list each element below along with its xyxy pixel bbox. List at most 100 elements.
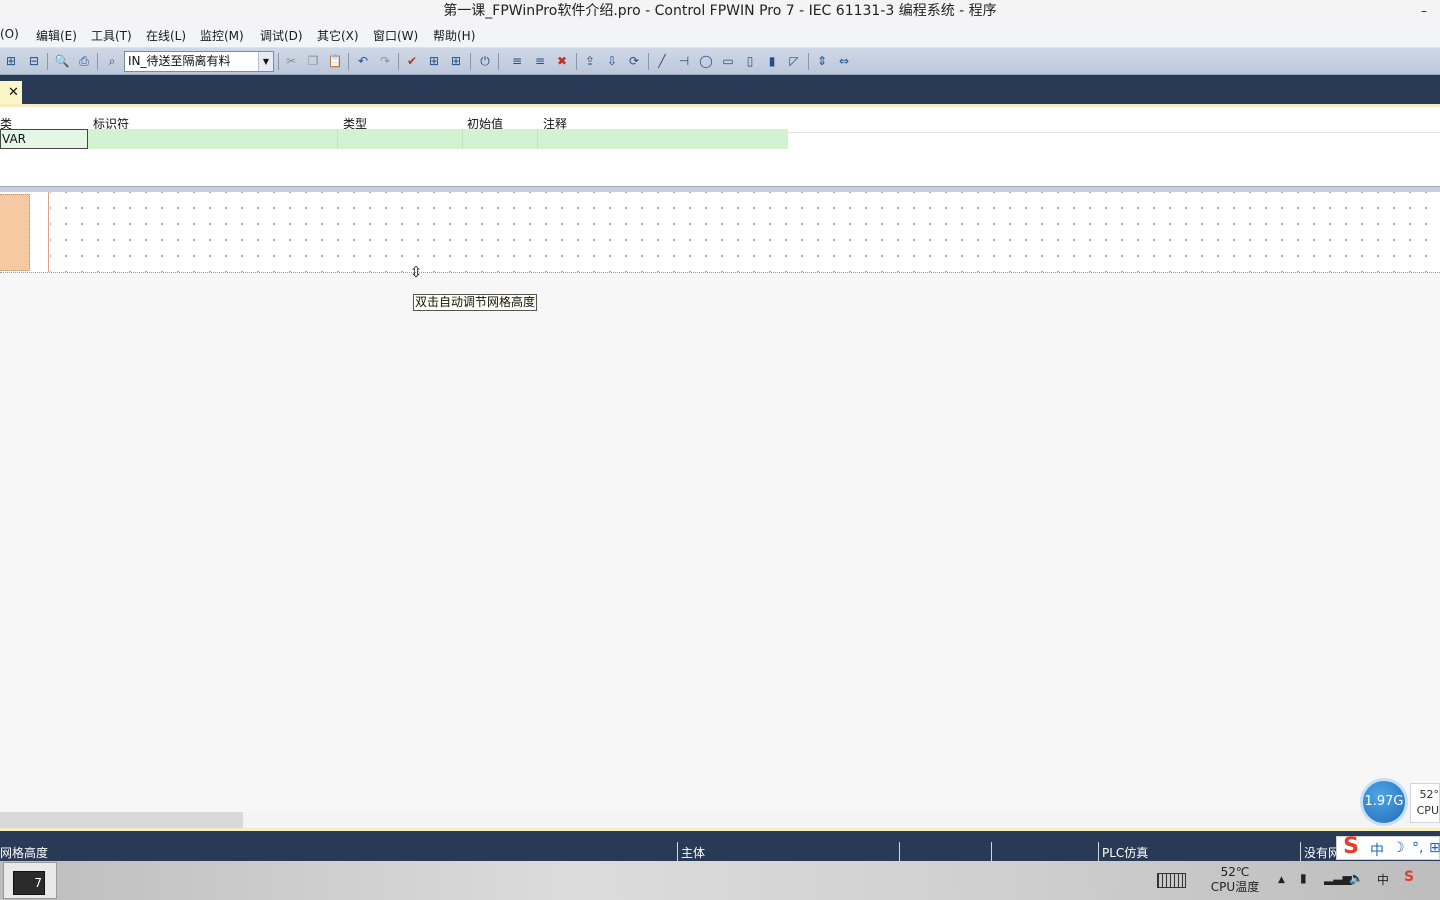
fpwin-app-icon: 7 [13, 871, 45, 895]
monitor-cpu: CPU [1416, 804, 1439, 817]
export-icon[interactable]: ⇪ [581, 52, 599, 70]
document-tab[interactable]: ' ✕ [0, 81, 22, 106]
ime-more-icon[interactable]: ⊞ [1429, 840, 1440, 856]
monitor-panel[interactable]: 52° CPU [1410, 783, 1440, 823]
toolbar-separator [470, 53, 471, 70]
battery-icon[interactable]: ▮ [1300, 871, 1307, 885]
pou-select-dropdown[interactable]: IN_待送至隔离有料 ▼ [124, 51, 274, 72]
menu-online[interactable]: 在线(L) [146, 27, 186, 44]
menu-bar: (O) 编辑(E) 工具(T) 在线(L) 监控(M) 调试(D) 其它(X) … [0, 22, 1440, 48]
tray-expand-icon[interactable]: ▲ [1278, 875, 1285, 885]
copy-icon[interactable]: ❐ [304, 52, 322, 70]
find-icon[interactable]: ⌕ [103, 52, 121, 70]
return-icon[interactable]: ▮ [763, 52, 781, 70]
cpu-temperature-label: CPU温度 [1210, 880, 1260, 894]
paste-icon[interactable]: 📋 [326, 52, 344, 70]
taskbar-app-fpwin[interactable]: 7 [3, 862, 57, 899]
document-tab-strip: ' ✕ [0, 75, 1440, 106]
status-message: 网格高度 [0, 846, 49, 860]
undo-icon[interactable]: ↶ [354, 52, 372, 70]
menu-edit[interactable]: 编辑(E) [36, 27, 77, 44]
cpu-temperature[interactable]: 52℃ CPU温度 [1208, 865, 1262, 895]
window-title: 第一课_FPWinPro软件介绍.pro - Control FPWIN Pro… [443, 3, 997, 19]
tray-language-indicator[interactable]: 中 [1377, 871, 1389, 888]
status-separator [677, 842, 678, 861]
online-mode-icon[interactable]: ⏻ [476, 52, 494, 70]
network-delete-icon[interactable]: ⊟ [25, 52, 43, 70]
pou-select-value: IN_待送至隔离有料 [128, 54, 231, 68]
print-preview-icon[interactable]: 🔍 [53, 52, 71, 70]
cell-class[interactable]: VAR [0, 129, 88, 149]
cell-initial-value[interactable] [463, 129, 538, 149]
menu-debug[interactable]: 调试(D) [260, 27, 303, 44]
import-icon[interactable]: ⇩ [603, 52, 621, 70]
status-separator [1098, 842, 1099, 861]
comment-icon[interactable]: ◸ [785, 52, 803, 70]
toolbar-separator [576, 53, 577, 70]
toolbar-separator [348, 53, 349, 70]
ime-toolbar[interactable]: S 中 ☽ °, ⊞ [1336, 834, 1440, 860]
menu-extras[interactable]: 其它(X) [317, 27, 359, 44]
ladder-grid[interactable] [50, 192, 1440, 272]
box-icon[interactable]: ▭ [719, 52, 737, 70]
status-bar: 网格高度 主体 PLC仿真 没有网 [0, 828, 1440, 861]
keyboard-icon[interactable] [1157, 873, 1186, 888]
status-separator [991, 842, 992, 861]
row-resize-cursor-icon: ⇳ [409, 263, 423, 281]
network-label-cell[interactable] [0, 194, 30, 271]
draw-line-icon[interactable]: ╱ [653, 52, 671, 70]
status-network: 没有网 [1304, 846, 1341, 860]
power-rail [48, 192, 49, 272]
refresh-icon[interactable]: ⟳ [625, 52, 643, 70]
row-height-icon[interactable]: ⇕ [813, 52, 831, 70]
memory-monitor-ball[interactable]: 1.97G [1360, 778, 1408, 826]
ladder-network[interactable] [0, 192, 1440, 273]
variable-append-icon[interactable]: ≡ [531, 52, 549, 70]
volume-icon[interactable]: 🔈 [1349, 871, 1364, 885]
status-mode: 主体 [681, 846, 706, 860]
toolbar-separator [278, 53, 279, 70]
menu-tools[interactable]: 工具(T) [91, 27, 132, 44]
menu-monitor[interactable]: 监控(M) [200, 27, 244, 44]
toolbar-separator [648, 53, 649, 70]
check-icon[interactable]: ✔ [403, 52, 421, 70]
toolbar-separator [808, 53, 809, 70]
moon-icon[interactable]: ☽ [1392, 840, 1405, 856]
variable-insert-icon[interactable]: ≡ [508, 52, 526, 70]
column-width-icon[interactable]: ⇔ [835, 52, 853, 70]
cell-type[interactable] [338, 129, 463, 149]
sogou-logo-icon[interactable]: S [1338, 834, 1364, 860]
tray-sogou-icon[interactable]: S [1404, 869, 1414, 885]
print-icon[interactable]: ⎙ [75, 52, 93, 70]
tooltip: 双击自动调节网格高度 [413, 294, 538, 311]
close-icon[interactable]: ✕ [8, 81, 19, 105]
cell-identifier[interactable] [88, 129, 338, 149]
horizontal-scrollbar[interactable] [0, 812, 1440, 828]
cell-comment[interactable] [538, 129, 788, 149]
monitor-temp: 52° [1419, 788, 1440, 801]
menu-window[interactable]: 窗口(W) [373, 27, 418, 44]
table-row[interactable]: VAR [0, 129, 788, 149]
toolbar-separator [97, 53, 98, 70]
variable-delete-icon[interactable]: ✖ [553, 52, 571, 70]
build-all-icon[interactable]: ⊞ [447, 52, 465, 70]
cut-icon[interactable]: ✂ [282, 52, 300, 70]
minimize-button[interactable]: – [1416, 0, 1432, 22]
ime-language-toggle[interactable]: 中 [1370, 840, 1384, 860]
status-plc: PLC仿真 [1102, 846, 1149, 860]
punctuation-icon[interactable]: °, [1412, 840, 1423, 856]
variable-table: 类 标识符 类型 初始值 注释 VAR [0, 107, 1440, 187]
chevron-down-icon[interactable]: ▼ [258, 52, 273, 71]
redo-icon[interactable]: ↷ [376, 52, 394, 70]
jump-icon[interactable]: ▯ [741, 52, 759, 70]
compile-icon[interactable]: ⊞ [425, 52, 443, 70]
network-signal-icon[interactable]: ▂▃▅ [1324, 871, 1352, 885]
menu-help[interactable]: 帮助(H) [433, 27, 475, 44]
coil-icon[interactable]: ◯ [697, 52, 715, 70]
menu-object[interactable]: (O) [0, 27, 19, 41]
scrollbar-thumb[interactable] [0, 812, 243, 828]
contact-icon[interactable]: ⊣ [675, 52, 693, 70]
network-insert-icon[interactable]: ⊞ [2, 52, 20, 70]
status-separator [1300, 842, 1301, 861]
taskbar: 7 52℃ CPU温度 ▲ ▮ ▂▃▅ 🔈 中 S [0, 861, 1440, 900]
